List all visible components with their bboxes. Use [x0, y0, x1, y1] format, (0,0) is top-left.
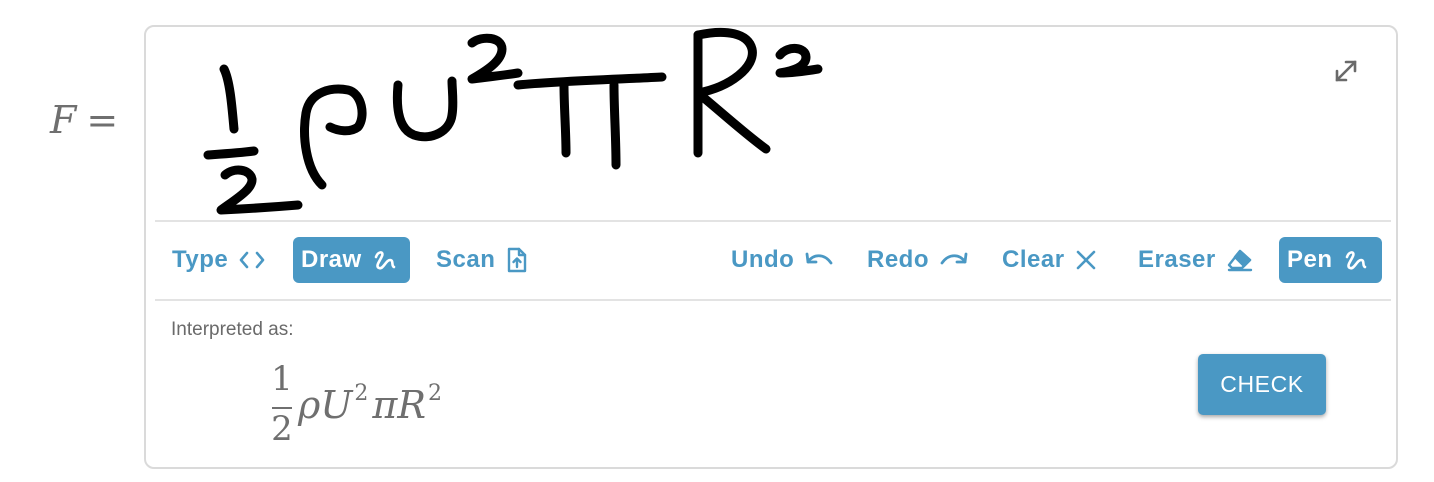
stroke-two	[216, 165, 303, 215]
math-input-card: Type Draw Scan Undo Redo Clear Eraser Pe…	[144, 25, 1398, 469]
stroke-pi-right	[609, 80, 621, 170]
undo-label: Undo	[731, 246, 795, 273]
redo-label: Redo	[867, 246, 929, 273]
input-toolbar: Type Draw Scan Undo Redo Clear Eraser Pe…	[146, 222, 1396, 299]
eraser-tool-button[interactable]: Eraser	[1130, 237, 1262, 283]
stroke-u-exp	[467, 33, 523, 84]
r-variable: R	[397, 383, 426, 427]
stroke-fraction-bar	[203, 146, 259, 160]
clear-label: Clear	[1002, 246, 1065, 273]
draw-squiggle-icon	[372, 248, 398, 272]
drawing-canvas[interactable]	[146, 27, 1396, 220]
scan-label: Scan	[436, 246, 496, 273]
close-icon	[1075, 249, 1097, 271]
stroke-r-bowl	[693, 27, 771, 154]
type-mode-button[interactable]: Type	[164, 237, 274, 283]
check-button[interactable]: CHECK	[1198, 354, 1326, 415]
draw-label: Draw	[301, 246, 362, 273]
clear-button[interactable]: Clear	[994, 237, 1105, 283]
handwriting-strokes	[203, 27, 823, 215]
toolbar-divider	[155, 299, 1391, 301]
lhs-equals: =	[86, 98, 119, 142]
undo-button[interactable]: Undo	[723, 237, 842, 283]
stroke-rho	[300, 84, 367, 190]
expression-terms: ρU2 πR2	[298, 381, 442, 427]
answer-widget: F = Type Draw Scan Undo Redo Clear Erase…	[0, 0, 1434, 482]
undo-icon	[804, 249, 834, 271]
stroke-u	[392, 76, 458, 142]
stroke-one	[219, 64, 239, 134]
draw-mode-button[interactable]: Draw	[293, 237, 410, 283]
stroke-r-exp	[775, 44, 823, 78]
u-variable: U	[320, 383, 353, 427]
pen-tool-button[interactable]: Pen	[1279, 237, 1382, 283]
expand-icon[interactable]	[1332, 57, 1360, 85]
fraction-denominator: 2	[271, 409, 293, 449]
pen-squiggle-icon	[1343, 248, 1369, 272]
u-exponent: 2	[354, 381, 369, 406]
redo-button[interactable]: Redo	[859, 237, 977, 283]
r-exponent: 2	[427, 381, 442, 406]
rho-symbol: ρ	[298, 383, 321, 427]
stroke-pi-bar	[513, 72, 667, 90]
stroke-pi-left	[559, 80, 571, 158]
equation-lhs: F =	[50, 98, 118, 142]
eraser-icon	[1226, 248, 1254, 272]
file-upload-icon	[505, 247, 529, 273]
interpreted-as-label: Interpreted as:	[171, 319, 294, 340]
redo-icon	[939, 249, 969, 271]
lhs-variable: F	[50, 98, 77, 142]
fraction-numerator: 1	[271, 359, 293, 399]
eraser-label: Eraser	[1138, 246, 1216, 273]
code-icon	[238, 250, 266, 270]
pi-symbol: π	[372, 383, 398, 427]
scan-mode-button[interactable]: Scan	[428, 237, 537, 283]
type-label: Type	[172, 246, 229, 273]
pen-label: Pen	[1287, 246, 1333, 273]
